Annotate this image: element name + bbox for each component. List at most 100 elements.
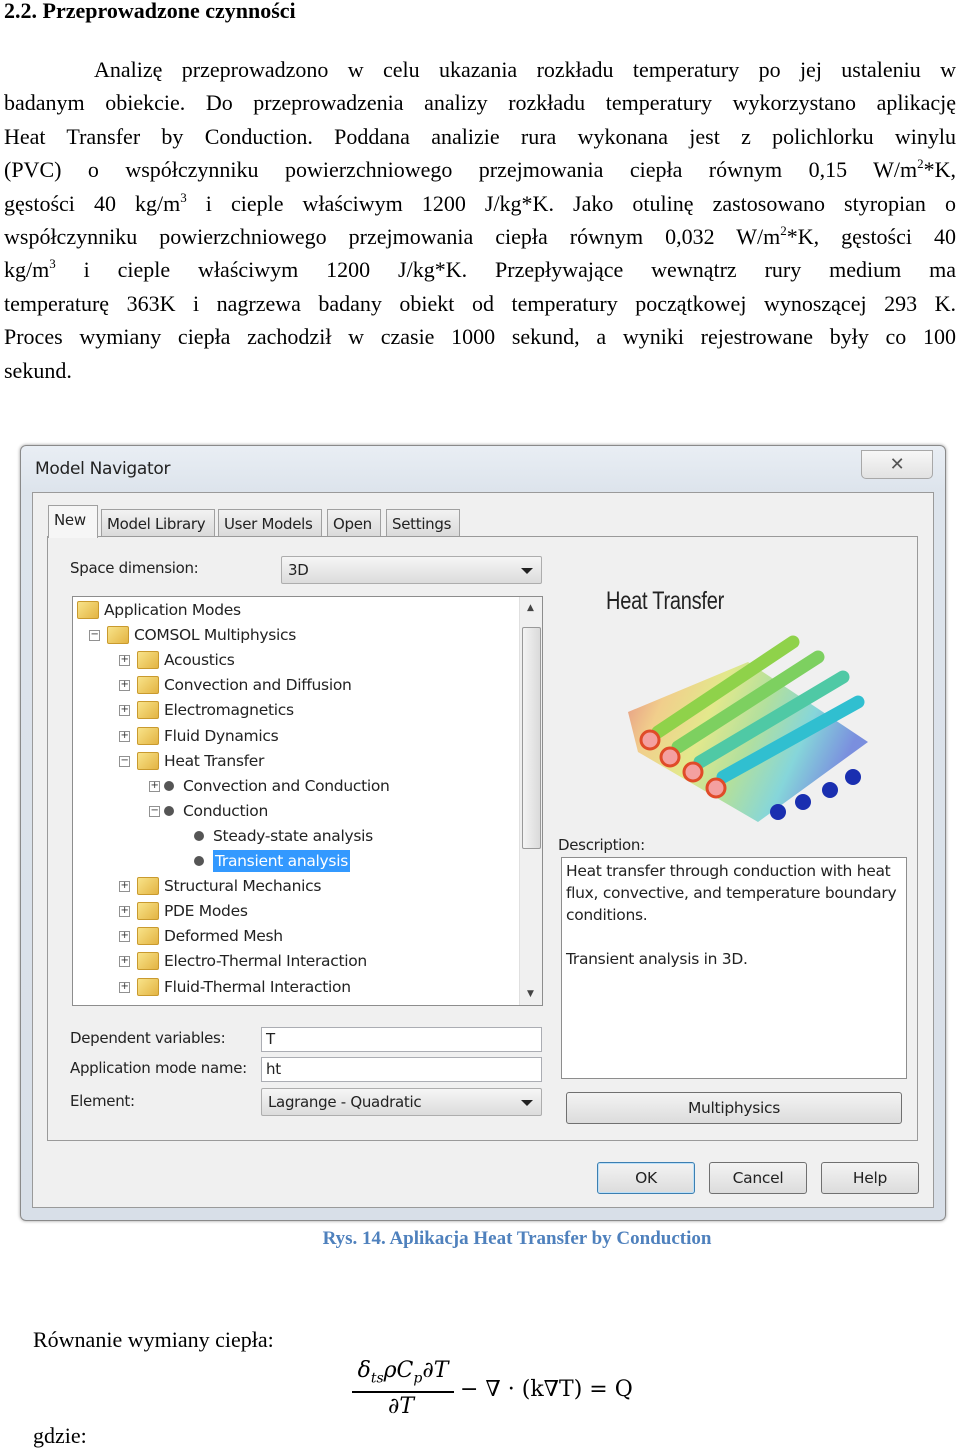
- tree-scrollbar[interactable]: ▲ ▼: [519, 597, 542, 1005]
- expand-icon[interactable]: +: [149, 780, 160, 792]
- paragraph-line: temperaturę 363K i nagrzewa badany obiek…: [4, 290, 956, 316]
- scroll-up-icon[interactable]: ▲: [527, 603, 534, 613]
- tree-item-label: Conduction: [183, 801, 269, 820]
- equation-rest: − ∇ · (k∇T) = Q: [460, 1377, 633, 1402]
- description-text-2: Transient analysis in 3D.: [566, 950, 748, 968]
- description-text: Heat transfer through conduction with he…: [566, 862, 897, 924]
- text: kg/m: [4, 257, 50, 283]
- tree-item-label: Fluid-Thermal Interaction: [164, 977, 351, 996]
- expand-icon[interactable]: +: [119, 881, 130, 893]
- paragraph-line: kg/m3 i cieple właściwym 1200 J/kg*K. Pr…: [4, 253, 956, 286]
- multiphysics-button[interactable]: Multiphysics: [566, 1092, 902, 1124]
- folder-icon: [137, 701, 159, 720]
- space-dimension-select[interactable]: 3D: [281, 556, 542, 584]
- help-button[interactable]: Help: [821, 1162, 919, 1194]
- where-label: gdzie:: [33, 1423, 87, 1448]
- expand-icon[interactable]: +: [119, 705, 130, 717]
- tree-item-label: Convection and Diffusion: [164, 676, 352, 695]
- application-mode-name-label: Application mode name:: [70, 1059, 247, 1077]
- close-button[interactable]: ✕: [861, 450, 933, 479]
- expand-icon[interactable]: +: [119, 956, 130, 968]
- expand-icon[interactable]: +: [119, 981, 130, 993]
- model-navigator-dialog: Model Navigator ✕ New Model Library User…: [20, 445, 946, 1221]
- tree-item-label: Application Modes: [104, 601, 241, 619]
- folder-icon: [137, 902, 159, 921]
- folder-icon: [77, 601, 99, 619]
- text: gęstości 40 kg/m: [4, 190, 181, 216]
- dependent-variables-input[interactable]: T: [261, 1027, 542, 1052]
- bullet-icon: [164, 805, 174, 816]
- space-dimension-value: 3D: [288, 561, 309, 579]
- paragraph-line: Proces wymiany ciepła zachodził w czasie…: [4, 324, 956, 350]
- cancel-button[interactable]: Cancel: [709, 1162, 807, 1194]
- dependent-variables-label: Dependent variables:: [70, 1029, 226, 1047]
- equation-label: Równanie wymiany ciepła:: [33, 1327, 274, 1352]
- chevron-down-icon: [521, 1100, 533, 1106]
- folder-icon: [137, 751, 159, 770]
- collapse-icon[interactable]: −: [119, 755, 130, 767]
- text: i cieple właściwym 1200 J/kg*K. Przepływ…: [55, 257, 956, 283]
- paragraph-line: (PVC) o współczynniku powierzchniowego p…: [4, 153, 956, 186]
- element-value: Lagrange - Quadratic: [268, 1093, 422, 1111]
- dialog-title: Model Navigator: [35, 459, 171, 479]
- folder-icon: [137, 952, 159, 971]
- element-select[interactable]: Lagrange - Quadratic: [261, 1088, 542, 1116]
- expand-icon[interactable]: +: [119, 730, 130, 742]
- text: współczynniku powierzchniowego przejmowa…: [4, 223, 781, 249]
- tree-item-label: Heat Transfer: [164, 751, 265, 770]
- equation-numerator: δtsρCp∂T: [357, 1358, 449, 1387]
- tab-open[interactable]: Open: [327, 509, 381, 537]
- bullet-icon: [164, 780, 174, 791]
- tree-item-label: PDE Modes: [164, 902, 248, 921]
- folder-icon: [137, 977, 159, 996]
- tree-item-label: Electromagnetics: [164, 701, 294, 720]
- tree-item-label: Fluid Dynamics: [164, 726, 279, 745]
- application-mode-name-input[interactable]: ht: [261, 1057, 542, 1082]
- tree-item-label: Acoustics: [164, 651, 235, 670]
- section-heading: 2.2. Przeprowadzone czynności: [4, 0, 296, 23]
- folder-icon: [137, 651, 159, 670]
- paragraph-line: Analizę przeprowadzono w celu ukazania r…: [94, 57, 956, 82]
- scroll-down-icon[interactable]: ▼: [527, 989, 534, 999]
- text: (PVC) o współczynniku powierzchniowego p…: [4, 157, 918, 183]
- text: *K,: [923, 157, 956, 183]
- collapse-icon[interactable]: −: [149, 805, 160, 817]
- tree-item-label: Convection and Conduction: [183, 776, 390, 795]
- tab-new[interactable]: New: [48, 505, 98, 538]
- folder-icon: [137, 927, 159, 946]
- paragraph-line: Heat Transfer by Conduction. Poddana ana…: [4, 123, 956, 149]
- description-box: Heat transfer through conduction with he…: [561, 857, 907, 1079]
- paragraph-line: gęstości 40 kg/m3 i cieple właściwym 120…: [4, 187, 956, 220]
- tree-item-label: COMSOL Multiphysics: [134, 626, 296, 645]
- paragraph-line: sekund.: [4, 357, 72, 383]
- tree-item-label: Structural Mechanics: [164, 877, 322, 896]
- tree-item-label: Transient analysis: [213, 850, 350, 872]
- bullet-icon: [194, 856, 204, 866]
- preview-title: Heat Transfer: [606, 587, 725, 615]
- ok-button[interactable]: OK: [597, 1162, 695, 1194]
- expand-icon[interactable]: +: [119, 655, 130, 667]
- tree-item-label: Deformed Mesh: [164, 927, 283, 946]
- equation-denominator: ∂T: [388, 1394, 415, 1419]
- scrollbar-thumb[interactable]: [522, 627, 541, 849]
- collapse-icon[interactable]: −: [89, 630, 100, 642]
- tab-model-library[interactable]: Model Library: [101, 509, 215, 537]
- fraction-bar: [352, 1391, 454, 1393]
- application-modes-tree[interactable]: Application Modes − COMSOL Multiphysics + Ac…: [72, 596, 543, 1006]
- tab-panel-new: Space dimension: 3D Application Modes − CO…: [47, 536, 918, 1141]
- tab-settings[interactable]: Settings: [386, 509, 460, 537]
- expand-icon[interactable]: +: [119, 680, 130, 692]
- paragraph-line: współczynniku powierzchniowego przejmowa…: [4, 220, 956, 253]
- chevron-down-icon: [521, 568, 533, 574]
- heat-transfer-preview-image: [628, 635, 868, 822]
- element-label: Element:: [70, 1092, 135, 1110]
- expand-icon[interactable]: +: [119, 906, 130, 918]
- tab-user-models[interactable]: User Models: [218, 509, 322, 537]
- description-label: Description:: [558, 836, 645, 854]
- folder-icon: [107, 626, 129, 645]
- folder-icon: [137, 676, 159, 695]
- close-icon: ✕: [889, 454, 905, 475]
- dialog-body: New Model Library User Models Open Setti…: [32, 492, 934, 1208]
- expand-icon[interactable]: +: [119, 931, 130, 943]
- bullet-icon: [194, 830, 204, 841]
